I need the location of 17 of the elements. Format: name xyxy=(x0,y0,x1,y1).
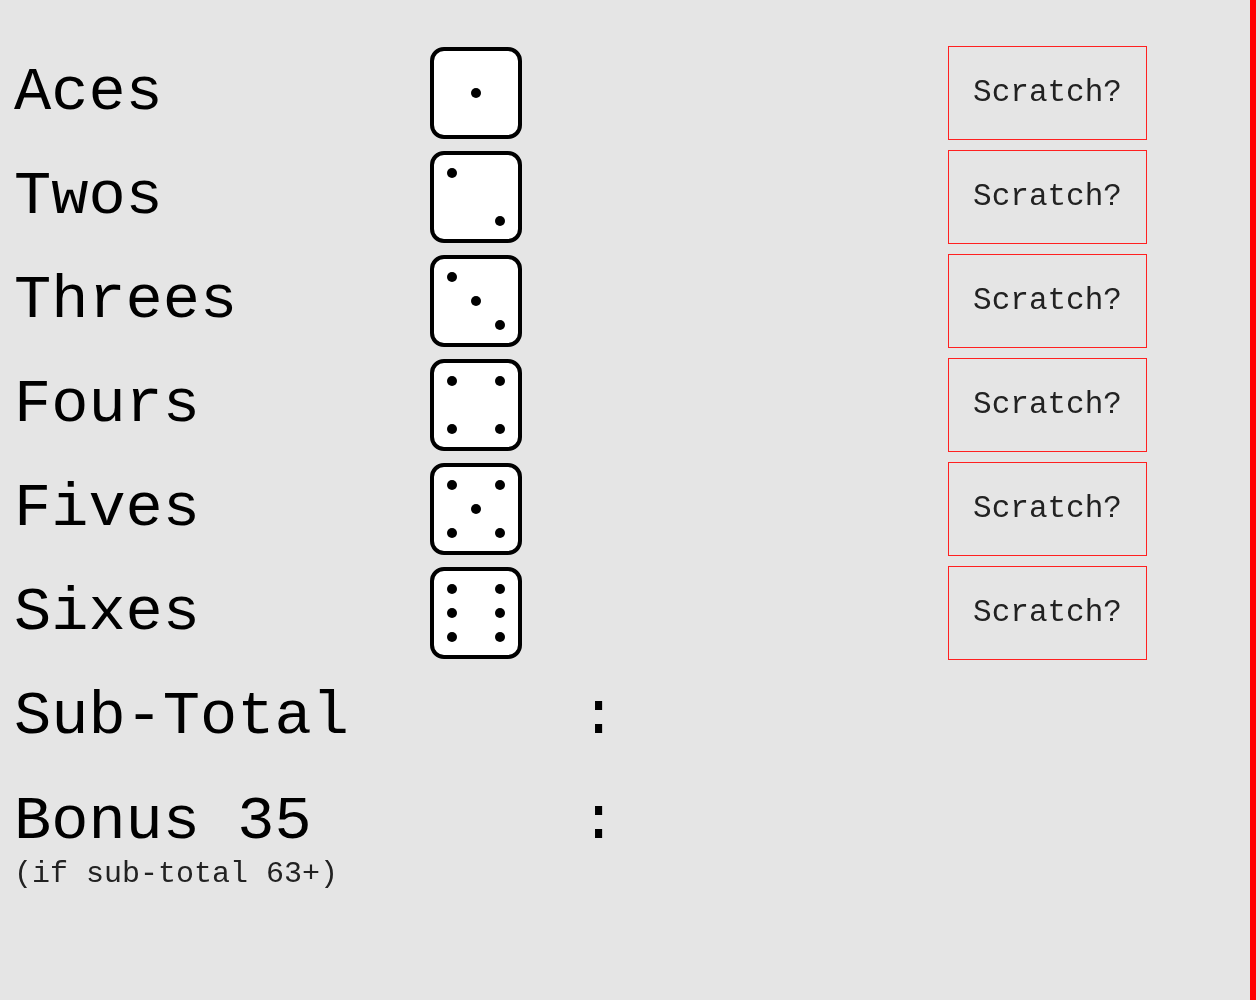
category-label: Twos xyxy=(14,166,164,228)
scratch-button[interactable]: Scratch? xyxy=(948,254,1147,348)
scratch-button[interactable]: Scratch? xyxy=(948,358,1147,452)
total-label: Bonus 35 xyxy=(14,790,313,853)
total-label: Sub-Total xyxy=(14,685,350,748)
category-label: Sixes xyxy=(14,582,202,644)
category-label: Fives xyxy=(14,478,202,540)
scratch-button[interactable]: Scratch? xyxy=(948,462,1147,556)
bonus-note: (if sub-total 63+) xyxy=(14,859,339,889)
category-label: Threes xyxy=(14,270,239,332)
separator: : xyxy=(580,685,618,748)
scratch-button[interactable]: Scratch? xyxy=(948,46,1147,140)
separator: : xyxy=(580,790,618,853)
scratch-button[interactable]: Scratch? xyxy=(948,150,1147,244)
category-label: Aces xyxy=(14,62,164,124)
category-label: Fours xyxy=(14,374,202,436)
scratch-button[interactable]: Scratch? xyxy=(948,566,1147,660)
